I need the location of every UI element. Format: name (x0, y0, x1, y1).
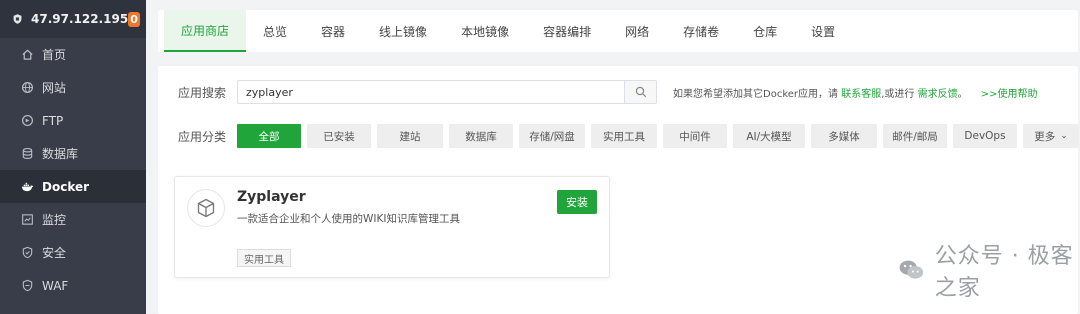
search-row: 应用搜索 如果您希望添加其它Docker应用，请 联系客服,或进行 需求反馈。 … (178, 80, 1038, 104)
category-utilities[interactable]: 实用工具 (591, 124, 657, 148)
tab-compose[interactable]: 容器编排 (526, 10, 608, 52)
app-category-tag: 实用工具 (237, 249, 291, 267)
watermark: 公众号 · 极客之家 (898, 244, 1080, 301)
sidebar-item-security[interactable]: 安全 (0, 236, 146, 269)
notification-badge[interactable]: 0 (128, 11, 140, 27)
sidebar-item-label: 安全 (42, 246, 67, 260)
search-box (237, 80, 657, 104)
server-logo-icon (13, 14, 22, 24)
sidebar-item-waf[interactable]: WAF (0, 269, 146, 302)
category-storage[interactable]: 存储/网盘 (519, 124, 585, 148)
watermark-text: 公众号 · 极客之家 (934, 244, 1074, 301)
sidebar-item-label: 数据库 (42, 147, 79, 161)
sidebar-item-label: Docker (42, 179, 90, 194)
tab-volumes[interactable]: 存储卷 (666, 10, 736, 52)
category-all[interactable]: 全部 (237, 124, 301, 148)
category-row: 应用分类 全部 已安装 建站 数据库 存储/网盘 实用工具 中间件 AI/大模型… (178, 124, 1079, 148)
sidebar-item-database[interactable]: 数据库 (0, 137, 146, 170)
docker-icon (20, 180, 34, 194)
app-description: 一款适合企业和个人使用的WIKI知识库管理工具 (237, 213, 460, 225)
tab-containers[interactable]: 容器 (304, 10, 362, 52)
search-icon (635, 86, 646, 98)
server-header[interactable]: 47.97.122.195 0 (0, 0, 146, 38)
help-text: 如果您希望添加其它Docker应用，请 联系客服,或进行 需求反馈。 >>使用帮… (673, 85, 1038, 100)
feedback-link[interactable]: 需求反馈 (918, 89, 958, 100)
sidebar-item-label: 首页 (42, 48, 67, 62)
chevron-down-icon: ⌄ (1060, 131, 1068, 141)
search-label: 应用搜索 (178, 85, 227, 100)
help-suffix: 。 (957, 88, 968, 100)
tab-local-images[interactable]: 本地镜像 (444, 10, 526, 52)
server-ip: 47.97.122.195 (31, 12, 129, 26)
shield-icon (20, 246, 34, 260)
app-card[interactable]: Zyplayer 一款适合企业和个人使用的WIKI知识库管理工具 实用工具 安装 (174, 176, 610, 278)
database-icon (20, 147, 34, 161)
tab-online-images[interactable]: 线上镜像 (362, 10, 444, 52)
globe-icon (20, 81, 34, 95)
tab-registry[interactable]: 仓库 (736, 10, 794, 52)
category-more-label: 更多 (1034, 130, 1056, 143)
category-installed[interactable]: 已安装 (307, 124, 371, 148)
waf-shield-icon (20, 279, 34, 293)
contact-support-link[interactable]: 联系客服 (841, 89, 881, 100)
tab-overview[interactable]: 总览 (246, 10, 304, 52)
sidebar-item-label: WAF (42, 278, 69, 293)
usage-help-link[interactable]: >>使用帮助 (981, 89, 1038, 100)
sidebar-item-website[interactable]: 网站 (0, 71, 146, 104)
sidebar-item-monitor[interactable]: 监控 (0, 203, 146, 236)
app-name: Zyplayer (237, 189, 306, 205)
sidebar-item-home[interactable]: 首页 (0, 38, 146, 71)
category-filters: 全部 已安装 建站 数据库 存储/网盘 实用工具 中间件 AI/大模型 多媒体 … (237, 124, 1079, 148)
tab-network[interactable]: 网络 (608, 10, 666, 52)
ftp-icon (20, 114, 34, 128)
tab-settings[interactable]: 设置 (794, 10, 852, 52)
sidebar-item-ftp[interactable]: FTP (0, 104, 146, 137)
main-content: 应用商店 总览 容器 线上镜像 本地镜像 容器编排 网络 存储卷 仓库 设置 应… (146, 0, 1080, 314)
wechat-icon (899, 260, 924, 279)
cube-icon (187, 189, 225, 227)
category-website[interactable]: 建站 (377, 124, 443, 148)
monitor-icon (20, 213, 34, 227)
category-devops[interactable]: DevOps (953, 124, 1017, 148)
sidebar-item-label: 监控 (42, 213, 67, 227)
sidebar-item-docker[interactable]: Docker (0, 170, 146, 203)
home-icon (20, 48, 34, 62)
search-input[interactable] (238, 81, 624, 103)
category-label: 应用分类 (178, 129, 227, 144)
category-more-dropdown[interactable]: 更多 ⌄ (1023, 124, 1079, 148)
help-prefix: 如果您希望添加其它Docker应用，请 (673, 88, 839, 100)
sidebar-item-label: 网站 (42, 81, 67, 95)
sidebar-item-label: FTP (42, 113, 64, 128)
search-button[interactable] (624, 81, 656, 103)
category-multimedia[interactable]: 多媒体 (811, 124, 877, 148)
category-mail[interactable]: 邮件/邮局 (883, 124, 947, 148)
category-database[interactable]: 数据库 (449, 124, 513, 148)
help-mid: ,或进行 (881, 88, 915, 100)
install-button[interactable]: 安装 (557, 190, 597, 214)
category-middleware[interactable]: 中间件 (663, 124, 727, 148)
category-ai[interactable]: AI/大模型 (733, 124, 805, 148)
sidebar: 47.97.122.195 0 首页 网站 FTP 数据库 Docker 监控 … (0, 0, 146, 314)
tab-app-store[interactable]: 应用商店 (164, 10, 247, 52)
docker-tabs: 应用商店 总览 容器 线上镜像 本地镜像 容器编排 网络 存储卷 仓库 设置 (158, 10, 1078, 52)
